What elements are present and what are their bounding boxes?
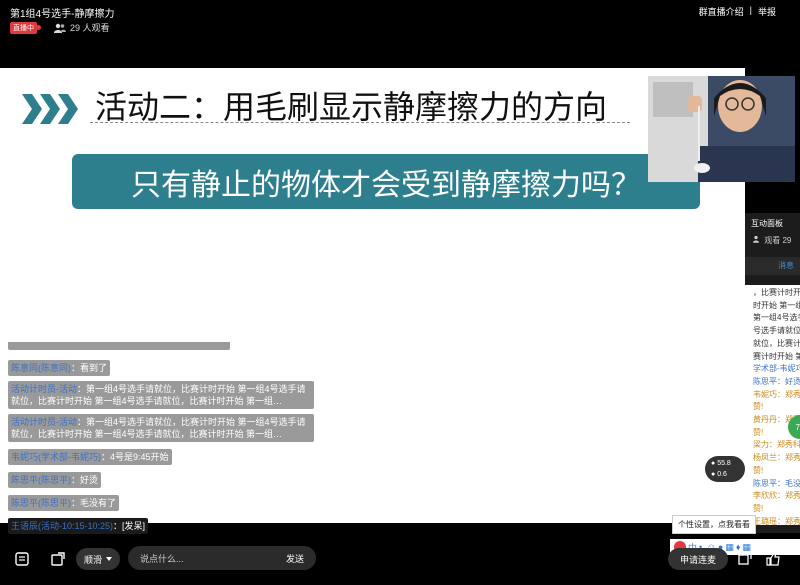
chat-input[interactable]: 说点什么... 发送	[128, 546, 316, 570]
quality-label: 顺滑	[83, 554, 102, 565]
report-link[interactable]: 举报	[758, 5, 776, 18]
slide-banner: 只有静止的物体才会受到静摩擦力吗？	[72, 154, 700, 209]
upload-speed: ● 55.8	[711, 460, 731, 467]
intro-link[interactable]: 群直播介绍	[699, 5, 744, 18]
top-bar: 第1组4号选手-静摩擦力 直播中 29 人观看 群直播介绍 | 举报	[0, 0, 800, 68]
quality-select[interactable]: 顺滑	[76, 548, 120, 570]
panel-message-line: 第一组4号选手	[753, 313, 800, 323]
panel-message-line: 赞!	[753, 402, 764, 412]
interaction-panel: 互动面板 观看 29 消息 ，比赛计时开始时开始 第一组4 第一组4号选手号选手请…	[745, 213, 800, 533]
panel-message-line: 梁力：郑秀科	[753, 440, 800, 450]
panel-message-line: 陈思平：毛没有	[753, 478, 800, 488]
chat-nick[interactable]: 王语辰(活动-10:15-10:25)	[11, 521, 113, 531]
panel-title: 互动面板	[751, 219, 783, 228]
people-icon	[54, 23, 66, 33]
chat-message: 王语辰(活动-10:15-10:25)：[发呆]	[8, 518, 149, 534]
panel-message-line: 杨凤兰：郑秀	[753, 453, 800, 463]
panel-message-line: 韦妮巧：郑秀	[753, 389, 800, 399]
chat-message: 活动计时员-活动：第一组4号选手请就位，比赛计时开始 第一组4号选手请就位，比赛…	[8, 414, 314, 442]
viewer-count-label: 29 人观看	[70, 23, 110, 33]
panel-message-line: 赞!	[753, 465, 764, 475]
panel-message-line: 号选手请就位，	[753, 326, 800, 336]
chat-text: ：毛没有了	[71, 498, 117, 508]
chat-message-partial	[8, 342, 230, 350]
presentation-slide: 活动二：用毛刷显示静摩擦力的方向 只有静止的物体才会受到静摩擦力吗？	[0, 68, 745, 333]
panel-message-line: 就位，比赛计时	[753, 338, 800, 348]
apply-mic-button[interactable]: 申请连麦	[668, 548, 728, 570]
share-icon[interactable]	[738, 552, 752, 566]
separator: |	[749, 5, 752, 15]
chat-nick[interactable]: 陈思平(陈思平)	[11, 498, 71, 508]
chat-nick[interactable]: 陈意同(陈意同)	[11, 363, 71, 373]
chat-message: 陈意同(陈意同)：看到了	[8, 360, 111, 376]
live-badge: 直播中	[10, 22, 37, 34]
panel-viewers-label: 观看 29	[764, 236, 792, 245]
divider	[90, 122, 630, 123]
download-speed: ● 0.6	[711, 471, 727, 478]
clipboard-icon[interactable]	[14, 551, 30, 567]
tab-messages-label: 消息	[778, 261, 794, 270]
webcam-video[interactable]	[648, 76, 795, 182]
skin-icon[interactable]: ♦	[736, 542, 741, 552]
chat-message: 韦妮巧(学术部-韦妮巧)：4号是9:45开始	[8, 449, 172, 465]
panel-message-line: 陈思平：好烫	[753, 376, 800, 386]
chevron-arrows-icon	[22, 94, 80, 124]
tab-messages[interactable]: 消息	[745, 257, 800, 275]
chat-message: 陈思平(陈思平)：毛没有了	[8, 495, 120, 511]
panel-message-line: 学术部-韦妮巧	[753, 364, 800, 374]
panel-message-line: ，比赛计时开始	[753, 288, 800, 297]
chat-message: 活动计时员-活动：第一组4号选手请就位，比赛计时开始 第一组4号选手请就位，比赛…	[8, 381, 314, 409]
network-speed: ● 55.8 ● 0.6	[705, 456, 745, 482]
chat-text: ：4号是9:45开始	[101, 452, 169, 462]
keyboard-icon[interactable]: ▦	[725, 542, 734, 553]
chat-nick[interactable]: 活动计时员-活动	[11, 417, 77, 427]
people-icon	[753, 235, 759, 243]
panel-message-line: 赞!	[753, 503, 764, 513]
panel-message-line: 时开始 第一组4	[753, 300, 800, 310]
chat-message: 陈思平(陈思平)：好烫	[8, 472, 102, 488]
chat-nick[interactable]: 韦妮巧(学术部-韦妮巧)	[11, 452, 101, 462]
panel-viewers: 观看 29	[745, 231, 800, 250]
share-icon[interactable]	[50, 551, 66, 567]
chat-text: ：好烫	[71, 475, 99, 485]
send-button[interactable]: 发送	[286, 552, 304, 565]
ime-tooltip: 个性设置，点我看看	[672, 515, 756, 534]
thumbs-up-icon[interactable]	[766, 552, 780, 566]
recording-dot	[36, 25, 41, 30]
chat-list: 陈意同(陈意同)：看到了 活动计时员-活动：第一组4号选手请就位，比赛计时开始 …	[8, 342, 338, 539]
chat-text: ：看到了	[71, 363, 108, 373]
chevron-down-icon	[106, 557, 112, 561]
panel-message-line: 李欣欣：郑秀	[753, 491, 800, 501]
chat-nick[interactable]: 陈思平(陈思平)	[11, 475, 71, 485]
panel-message-line: 赛计时开始 第一	[753, 351, 800, 361]
chat-input-placeholder: 说点什么...	[140, 554, 184, 564]
chat-nick[interactable]: 活动计时员-活动	[11, 384, 77, 394]
chat-text: ：[发呆]	[113, 521, 146, 531]
viewer-count: 29 人观看	[54, 21, 110, 34]
toolbox-icon[interactable]: ▦	[742, 542, 751, 553]
stream-title: 第1组4号选手-静摩擦力	[10, 9, 115, 20]
